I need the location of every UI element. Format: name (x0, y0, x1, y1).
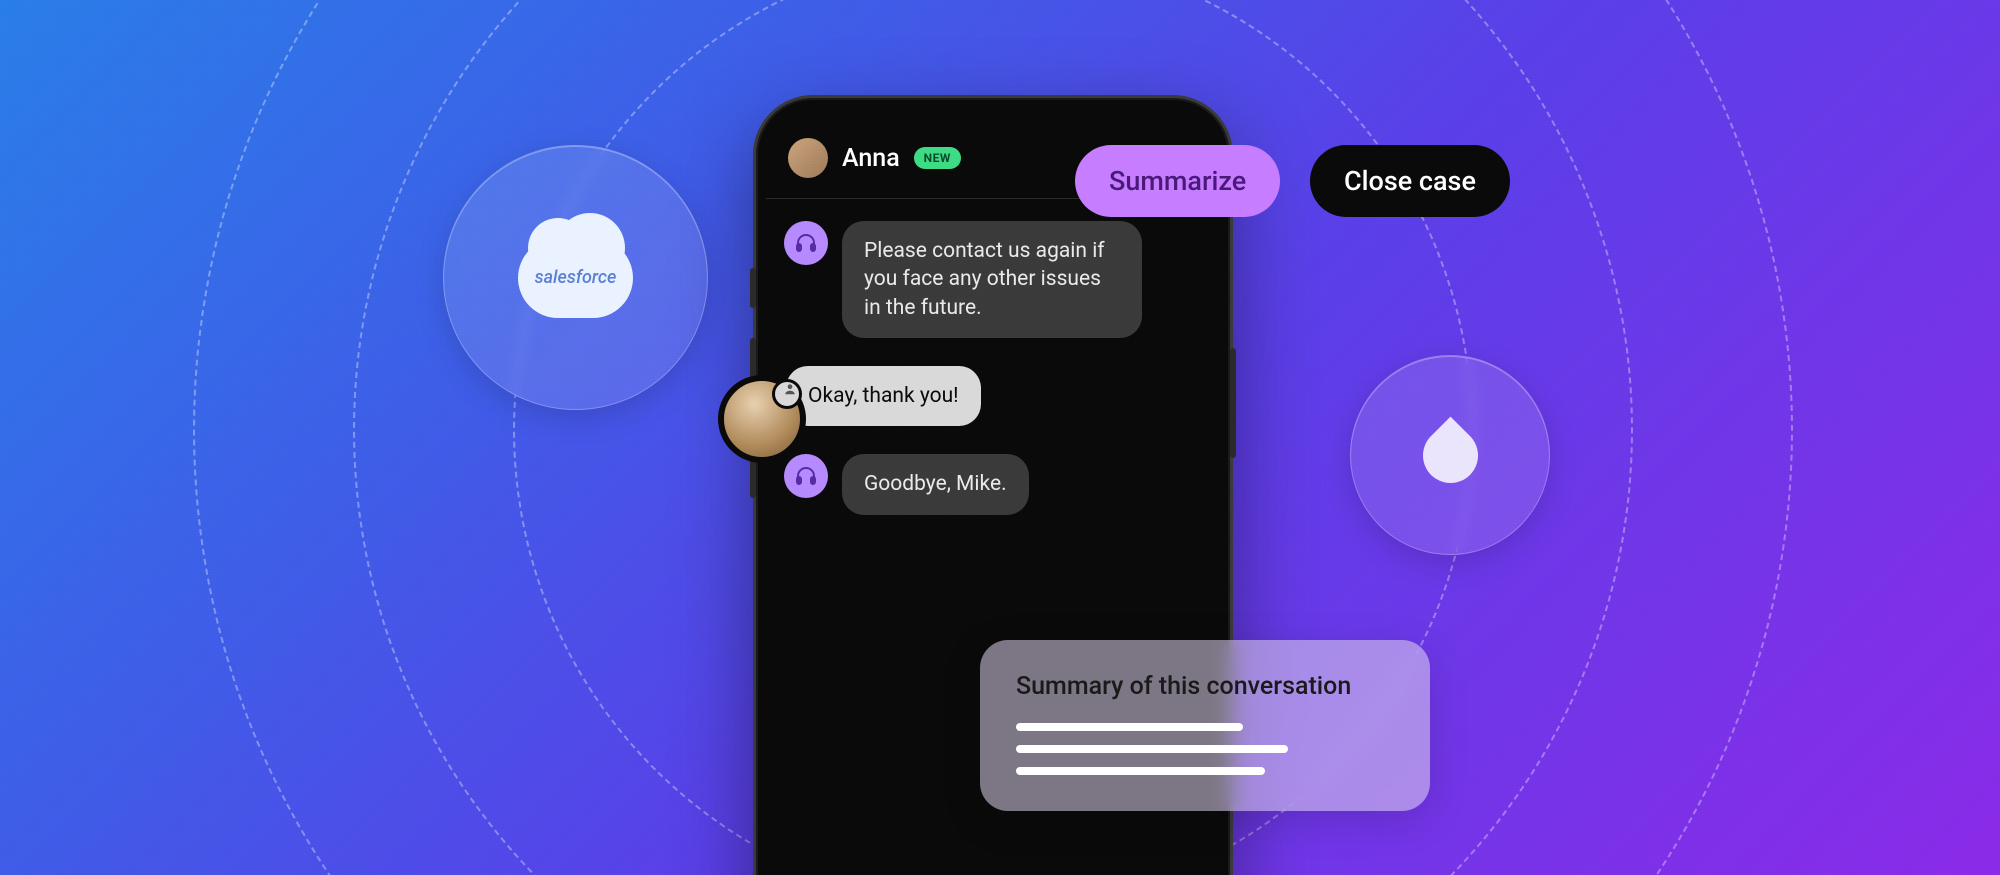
close-case-label: Close case (1344, 165, 1476, 197)
agent-avatar (784, 454, 828, 498)
integration-salesforce: salesforce (443, 145, 708, 410)
phone-side-button (1230, 348, 1236, 458)
summary-title: Summary of this conversation (1016, 672, 1394, 701)
salesforce-logo: salesforce (518, 238, 633, 318)
contact-avatar (788, 138, 828, 178)
summary-line-placeholder (1016, 723, 1243, 731)
summarize-label: Summarize (1109, 165, 1246, 197)
message-bubble: Okay, thank you! (786, 366, 981, 426)
headset-icon (794, 231, 818, 255)
summarize-button[interactable]: Summarize (1075, 145, 1280, 217)
phone-side-button (750, 268, 756, 308)
message-agent: Goodbye, Mike. (784, 454, 1202, 514)
user-avatar-large (718, 375, 806, 463)
agent-avatar (784, 221, 828, 265)
integration-secondary (1350, 355, 1550, 555)
summary-card: Summary of this conversation (980, 640, 1430, 811)
hero-illustration: salesforce Summarize Close case Anna NEW (0, 0, 2000, 875)
summary-line-placeholder (1016, 767, 1265, 775)
status-badge: NEW (914, 147, 961, 169)
leaf-icon (1411, 416, 1489, 494)
contact-name: Anna (842, 144, 900, 173)
salesforce-label: salesforce (535, 267, 617, 288)
message-agent: Please contact us again if you face any … (784, 221, 1202, 338)
chat-body: Please contact us again if you face any … (766, 199, 1220, 537)
close-case-button[interactable]: Close case (1310, 145, 1510, 217)
person-icon (783, 382, 797, 396)
message-bubble: Goodbye, Mike. (842, 454, 1029, 514)
message-user: Okay, thank you! (766, 366, 1202, 426)
headset-icon (794, 464, 818, 488)
summary-line-placeholder (1016, 745, 1288, 753)
message-bubble: Please contact us again if you face any … (842, 221, 1142, 338)
